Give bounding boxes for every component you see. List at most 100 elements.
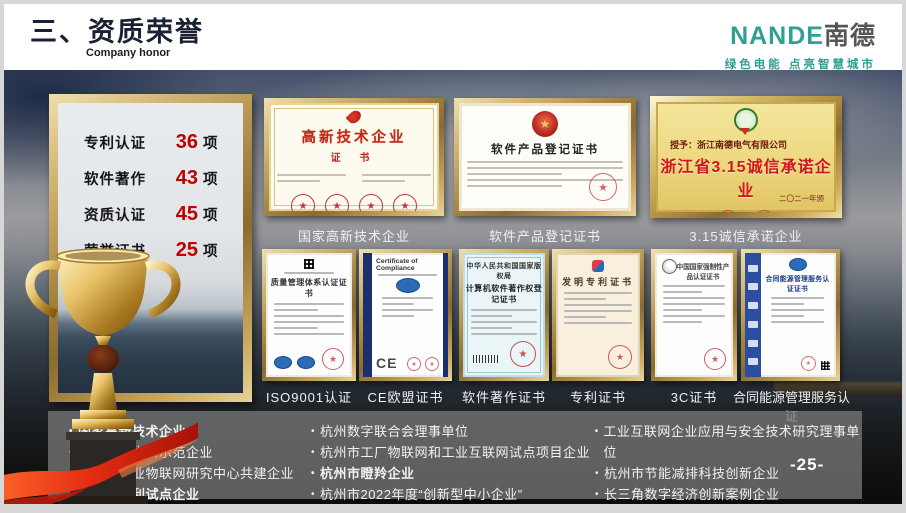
stat-value: 45 [166, 203, 198, 226]
cert-software-copyright: 中华人民共和国国家版权局 计算机软件著作权登记证书 ★ [459, 249, 549, 381]
red-seal-icon: ★ [801, 356, 816, 371]
stat-row-software: 软件著作 43 项 [84, 167, 243, 190]
trophy-image [4, 242, 198, 504]
slide: 三、资质荣誉 Company honor NANDE南德 绿色电能 点亮智慧城市… [4, 4, 902, 504]
cert-caption: CE欧盟证书 [353, 387, 458, 406]
code-mark-icon [304, 259, 314, 269]
red-seal-icon: ★ [589, 173, 617, 201]
stat-label: 资质认证 [84, 204, 166, 225]
accreditation-logos [274, 356, 315, 369]
cert-body: Certificate of Compliance [374, 258, 441, 317]
cert-high-tech-enterprise: 高新技术企业 证 书 ★★★★ [264, 98, 444, 216]
cert-fields [269, 170, 439, 186]
patent-office-logo-icon [592, 260, 604, 272]
cert-iso9001: 质量管理体系认证证书 ★ [262, 249, 356, 381]
honor-item: •杭州数字联合会理事单位 [306, 421, 590, 442]
cert-energy-management: 合同能源管理服务认证证书 ★ [741, 249, 840, 381]
red-seal-icon: ★ [718, 210, 738, 212]
cert-text-lines [266, 303, 352, 335]
cert-body: 合同能源管理服务认证证书 [763, 258, 832, 323]
cert-title: 中国国家强制性产品认证证书 [675, 261, 731, 281]
red-seal-icon: ★ [608, 345, 632, 369]
award-line: 授予：浙江南德电气有限公司 [670, 138, 836, 151]
green-emblem-icon [734, 108, 758, 132]
cert-inner: 中华人民共和国国家版权局 计算机软件著作权登记证书 ★ [463, 253, 545, 377]
iaf-logo-icon [274, 356, 292, 369]
national-emblem-icon: ★ [532, 111, 558, 137]
barcode-icon [473, 355, 499, 363]
logo-wordmark: NANDE南德 [725, 16, 876, 52]
cert-inner: 高新技术企业 证 书 ★★★★ [269, 103, 439, 211]
qr-code-icon [821, 361, 830, 370]
honors-column-2: •杭州数字联合会理事单位 •杭州市工厂物联网和工业互联网试点项目企业 •杭州市瞪… [306, 421, 590, 499]
logo-side-band [745, 253, 761, 377]
cert-text-lines [556, 292, 640, 324]
seal-row: ★★ [407, 357, 439, 371]
ce-side-band [363, 253, 372, 377]
cert-title: 合同能源管理服务认证证书 [763, 273, 832, 293]
cert-text-lines [463, 309, 545, 335]
stat-row-patent: 专利认证 36 项 [84, 131, 243, 154]
stat-unit: 项 [203, 168, 218, 189]
blue-badge-icon [396, 278, 420, 293]
cert-patent: 发明专利证书 ★ [552, 249, 644, 381]
logo-cn-text: 南德 [824, 22, 876, 50]
red-seal-icons: ★★★★ [269, 194, 439, 211]
honor-item: •杭州市瞪羚企业 [306, 463, 590, 484]
ce-side-band [443, 253, 448, 377]
header: 三、资质荣誉 Company honor NANDE南德 绿色电能 点亮智慧城市 [4, 4, 902, 70]
cert-caption: 专利证书 [548, 387, 648, 406]
cert-3c: 中国国家强制性产品认证证书 ★ [651, 249, 737, 381]
cert-subtitle: 证 书 [269, 149, 439, 164]
blue-badge-icon [789, 258, 807, 271]
honor-item: •杭州市工厂物联网和工业互联网试点项目企业 [306, 442, 590, 463]
honor-item: •杭州市2022年度“创新型中小企业” [306, 484, 590, 504]
logo-tagline: 绿色电能 点亮智慧城市 [725, 56, 876, 72]
cert-inner: 中国国家强制性产品认证证书 ★ [655, 253, 733, 377]
cert-software-product: ★ 软件产品登记证书 ★ [454, 98, 636, 216]
page-number: -25- [790, 455, 824, 475]
cnas-logo-icon [297, 356, 315, 369]
cert-caption: 3.15诚信承诺企业 [650, 226, 842, 245]
cert-inner: Certificate of Compliance CE ★★ [363, 253, 448, 377]
seal-row: ★ ★ [656, 210, 836, 212]
cert-text-lines [655, 285, 733, 323]
red-seal-icon: ★ [704, 348, 726, 370]
company-logo: NANDE南德 绿色电能 点亮智慧城市 [725, 16, 876, 72]
cert-caption: 国家高新技术企业 [264, 226, 444, 245]
cert-title: 软件产品登记证书 [459, 141, 631, 157]
cert-title-line2: 计算机软件著作权登记证书 [463, 283, 545, 305]
honor-item: •长三角数字经济创新案例企业 [590, 484, 862, 504]
cert-title: 发明专利证书 [556, 275, 640, 288]
cert-ce: Certificate of Compliance CE ★★ [359, 249, 452, 381]
cert-title: 高新技术企业 [269, 126, 439, 147]
stat-unit: 项 [203, 204, 218, 225]
ccc-logo-icon [662, 259, 677, 274]
stat-unit: 项 [203, 240, 218, 261]
cert-inner: 质量管理体系认证证书 ★ [266, 253, 352, 377]
page-subtitle: Company honor [86, 47, 170, 59]
flame-icon [345, 108, 363, 126]
cert-date: 二〇二一年颁 [779, 193, 824, 204]
stat-row-qualification: 资质认证 45 项 [84, 203, 243, 226]
cert-315-integrity: 授予：浙江南德电气有限公司 浙江省3.15诚信承诺企业 ★ ★ 二〇二一年颁 [650, 96, 842, 218]
cert-inner: 发明专利证书 ★ [556, 253, 640, 377]
background-photo: 专利认证 36 项 软件著作 43 项 资质认证 45 项 荣誉证书 25 [4, 70, 902, 504]
cert-title-line1: 中华人民共和国国家版权局 [463, 261, 545, 281]
cert-inner: 合同能源管理服务认证证书 ★ [745, 253, 836, 377]
red-star-seal-icon: ★ [510, 341, 536, 367]
cert-caption: 软件著作证书 [453, 387, 555, 406]
stat-label: 专利认证 [84, 132, 166, 153]
cert-title: Certificate of Compliance [376, 258, 439, 272]
cert-caption: ISO9001认证 [256, 387, 362, 406]
stat-label: 软件著作 [84, 168, 166, 189]
cert-caption: 软件产品登记证书 [454, 226, 636, 245]
red-seal-icon: ★ [754, 210, 774, 212]
cert-caption: 3C证书 [649, 387, 739, 406]
stat-value: 36 [166, 131, 198, 154]
stat-value: 43 [166, 167, 198, 190]
page-title: 三、资质荣誉 [30, 10, 204, 49]
cert-inner: ★ 软件产品登记证书 ★ [459, 103, 631, 211]
cert-inner: 授予：浙江南德电气有限公司 浙江省3.15诚信承诺企业 ★ ★ 二〇二一年颁 [656, 102, 836, 212]
ce-mark: CE [376, 355, 397, 371]
